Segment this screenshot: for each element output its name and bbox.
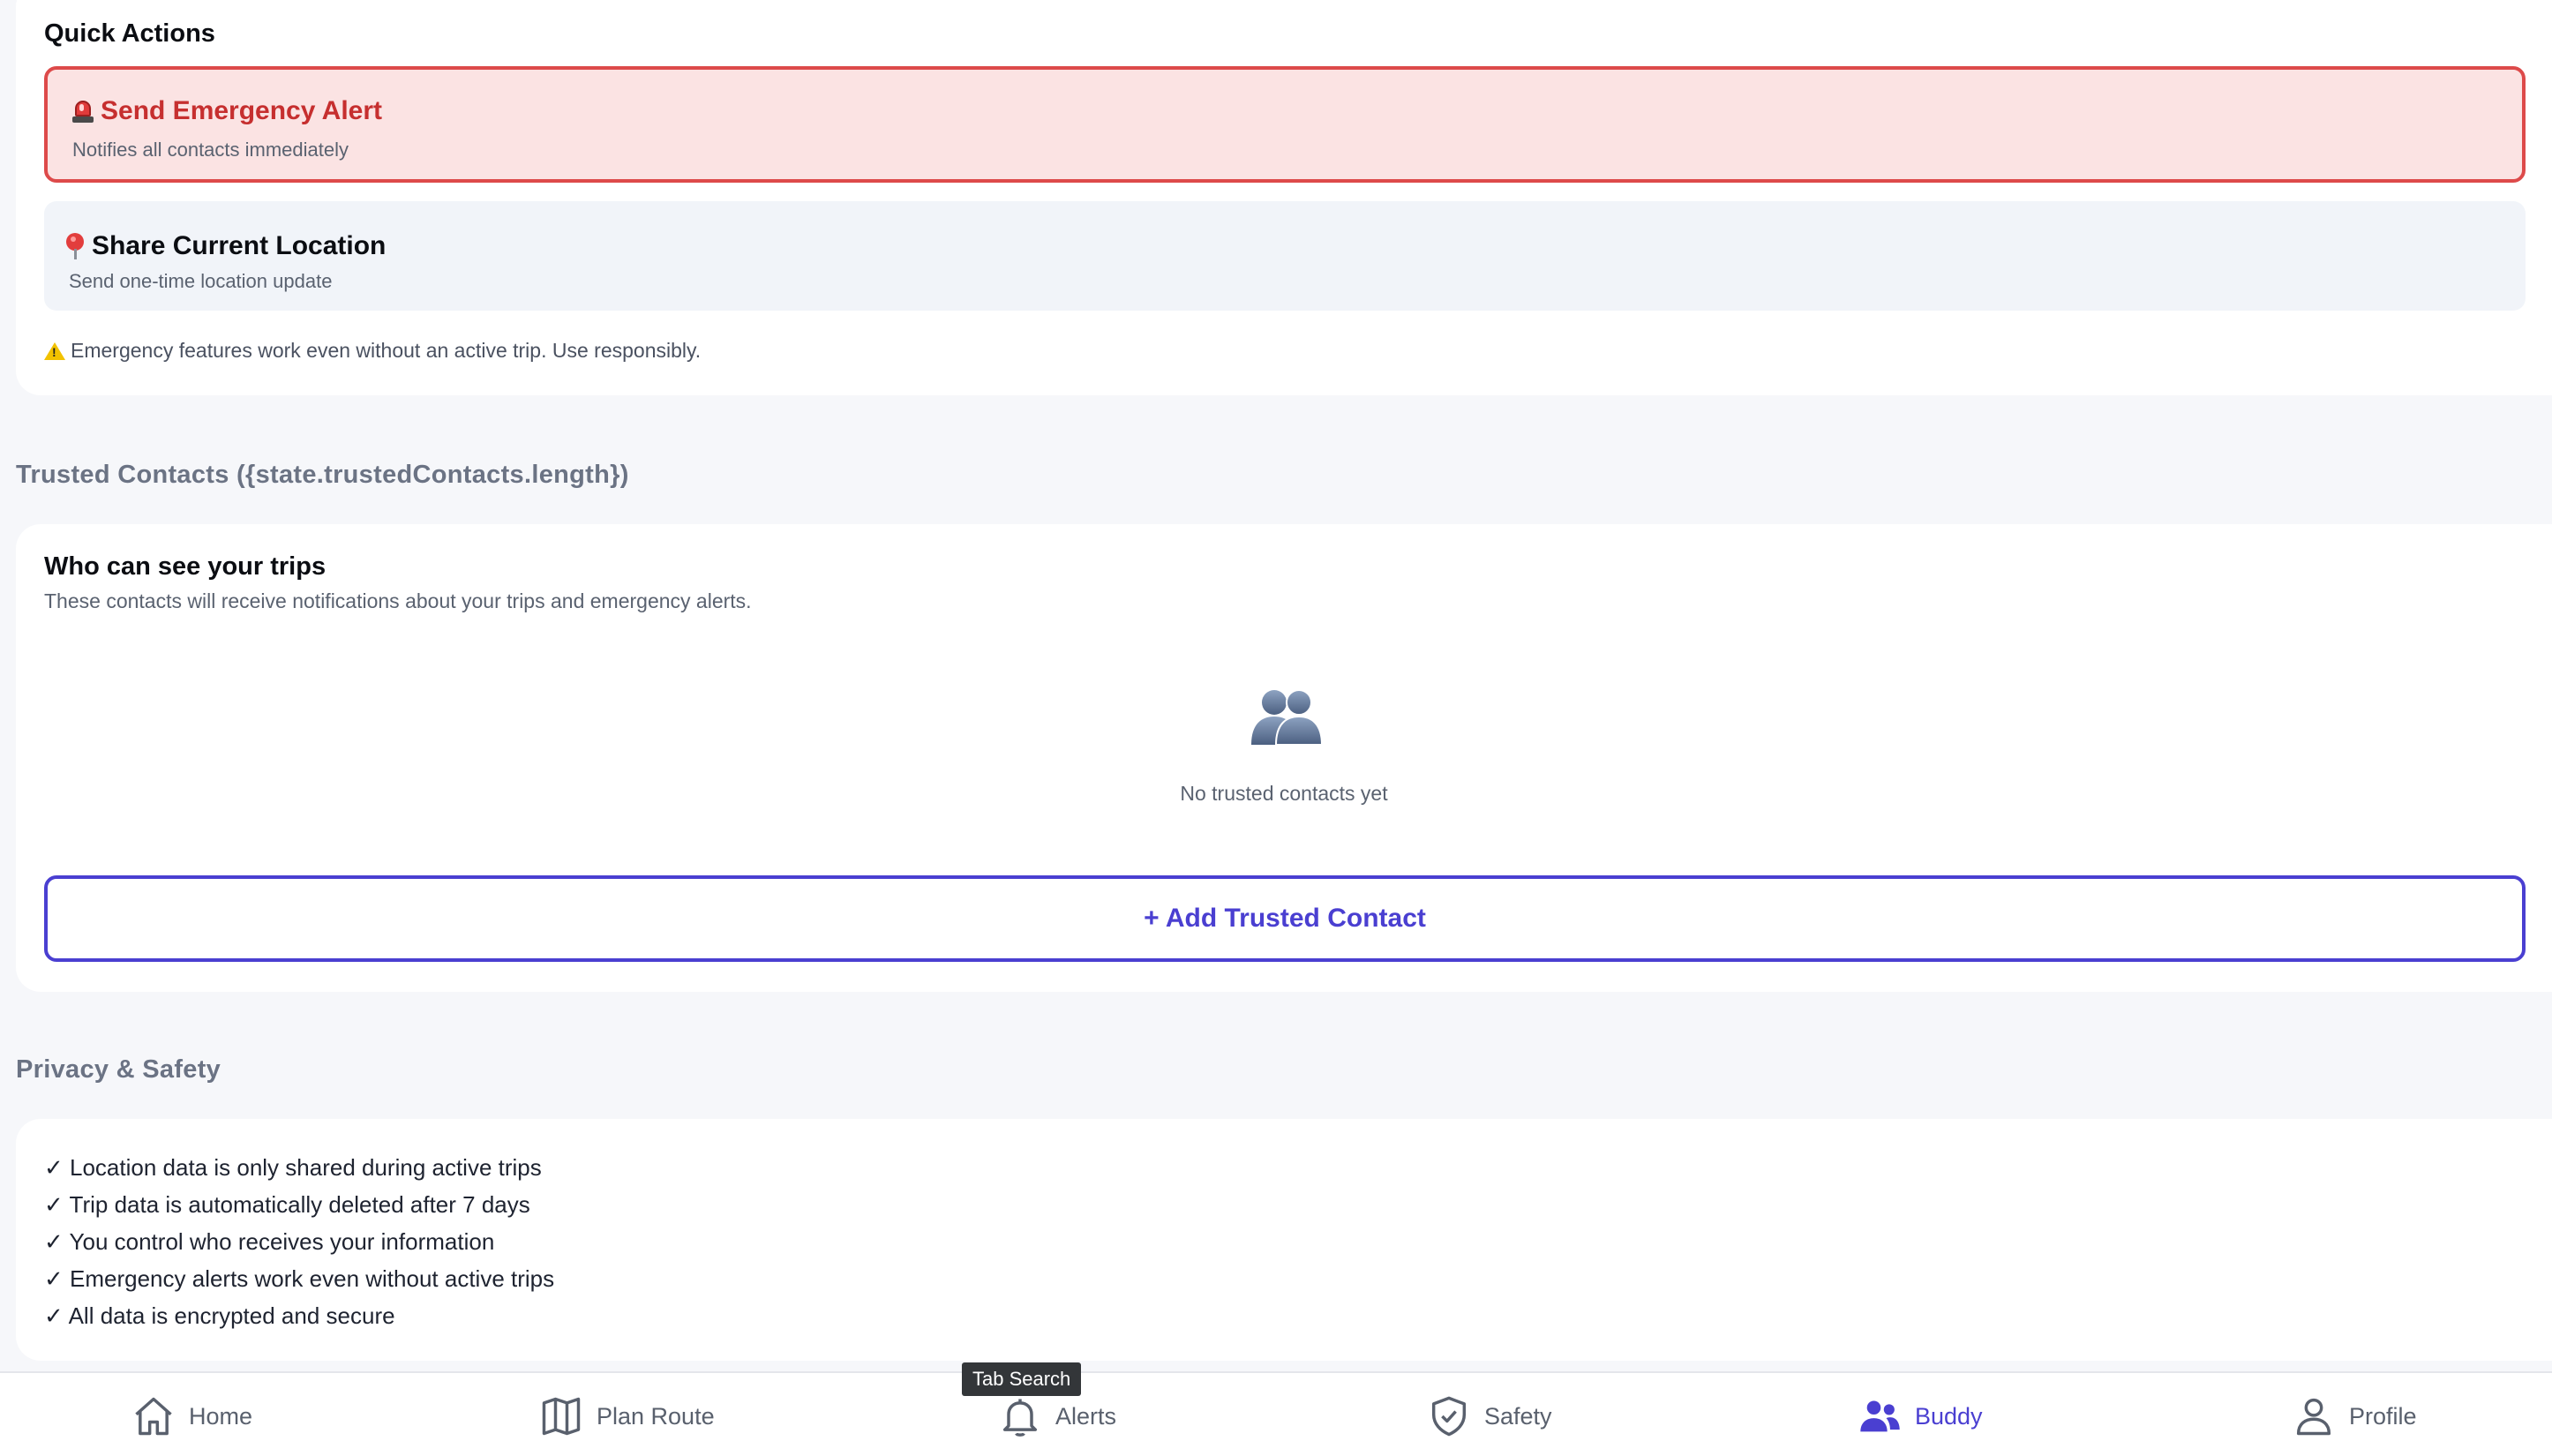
- nav-tab-buddy[interactable]: Buddy: [1857, 1392, 1983, 1440]
- nav-label-alerts: Alerts: [1055, 1402, 1117, 1430]
- nav-label-safety: Safety: [1484, 1402, 1552, 1430]
- map-icon: [542, 1397, 581, 1436]
- contacts-card-title: Who can see your trips: [44, 552, 327, 581]
- privacy-item: ✓ All data is encrypted and secure: [44, 1302, 395, 1329]
- buddy-page: Quick Actions Send Emergency Alert Notif…: [0, 0, 2552, 1456]
- contacts-card-description: These contacts will receive notification…: [44, 589, 752, 612]
- emergency-alert-label: Send Emergency Alert: [101, 96, 382, 125]
- privacy-item: ✓ Trip data is automatically deleted aft…: [44, 1191, 530, 1218]
- nav-tab-safety[interactable]: Safety: [1426, 1392, 1552, 1440]
- privacy-card: ✓ Location data is only shared during ac…: [16, 1119, 2552, 1361]
- users-icon: [1860, 1400, 1900, 1432]
- share-location-label: Share Current Location: [92, 231, 387, 260]
- bottom-navigation: Home Plan Route Alerts Safety Buddy Prof…: [0, 1371, 2552, 1456]
- nav-tab-profile[interactable]: Profile: [2291, 1392, 2417, 1440]
- empty-contacts-text: No trusted contacts yet: [1180, 782, 1388, 805]
- nav-label-home: Home: [189, 1402, 253, 1430]
- shield-check-icon: [1431, 1396, 1467, 1437]
- privacy-item: ✓ Emergency alerts work even without act…: [44, 1265, 555, 1292]
- quick-actions-title: Quick Actions: [44, 19, 215, 48]
- people-icon: [1251, 689, 1324, 746]
- quick-actions-card: Quick Actions Send Emergency Alert Notif…: [16, 0, 2552, 395]
- emergency-warning-note: Emergency features work even without an …: [44, 339, 701, 363]
- pin-icon: [65, 233, 85, 259]
- nav-label-plan-route: Plan Route: [597, 1402, 715, 1430]
- tab-search-tooltip: Tab Search: [962, 1362, 1082, 1396]
- nav-tab-alerts[interactable]: Alerts: [997, 1392, 1116, 1440]
- privacy-item: ✓ You control who receives your informat…: [44, 1228, 495, 1255]
- privacy-item: ✓ Location data is only shared during ac…: [44, 1154, 542, 1181]
- nav-tab-home[interactable]: Home: [131, 1392, 252, 1440]
- trusted-contacts-header: Trusted Contacts ({state.trustedContacts…: [16, 461, 629, 489]
- add-trusted-contact-button[interactable]: + Add Trusted Contact: [44, 875, 2526, 962]
- nav-label-buddy: Buddy: [1915, 1402, 1983, 1430]
- bell-icon: [1002, 1399, 1038, 1437]
- trusted-contacts-card: Who can see your trips These contacts wi…: [16, 524, 2552, 992]
- privacy-list: ✓ Location data is only shared during ac…: [44, 1149, 554, 1334]
- warning-icon: [44, 341, 65, 360]
- share-location-subtitle: Send one-time location update: [69, 270, 333, 292]
- siren-icon: [72, 99, 94, 124]
- send-emergency-alert-button[interactable]: Send Emergency Alert Notifies all contac…: [44, 66, 2526, 183]
- home-icon: [135, 1397, 172, 1436]
- nav-label-profile: Profile: [2349, 1402, 2417, 1430]
- emergency-alert-subtitle: Notifies all contacts immediately: [72, 139, 349, 161]
- privacy-safety-header: Privacy & Safety: [16, 1055, 221, 1084]
- user-icon: [2296, 1398, 2331, 1436]
- warning-text: Emergency features work even without an …: [71, 339, 702, 362]
- share-location-button[interactable]: Share Current Location Send one-time loc…: [44, 201, 2526, 311]
- nav-tab-plan-route[interactable]: Plan Route: [538, 1392, 715, 1440]
